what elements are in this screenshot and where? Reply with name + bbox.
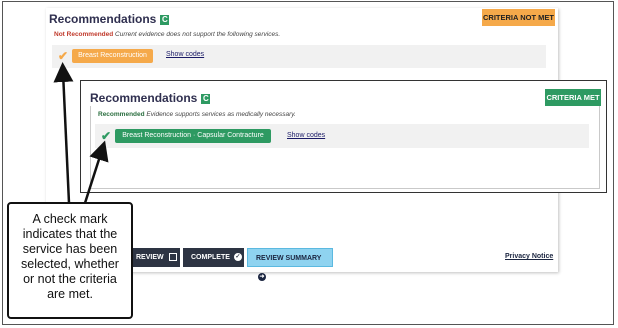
arrow-to-green-check [83,140,109,204]
arrow-to-orange-check [53,62,74,204]
callout-text: A check mark indicates that the service … [21,212,119,301]
callout-box: A check mark indicates that the service … [7,202,133,319]
